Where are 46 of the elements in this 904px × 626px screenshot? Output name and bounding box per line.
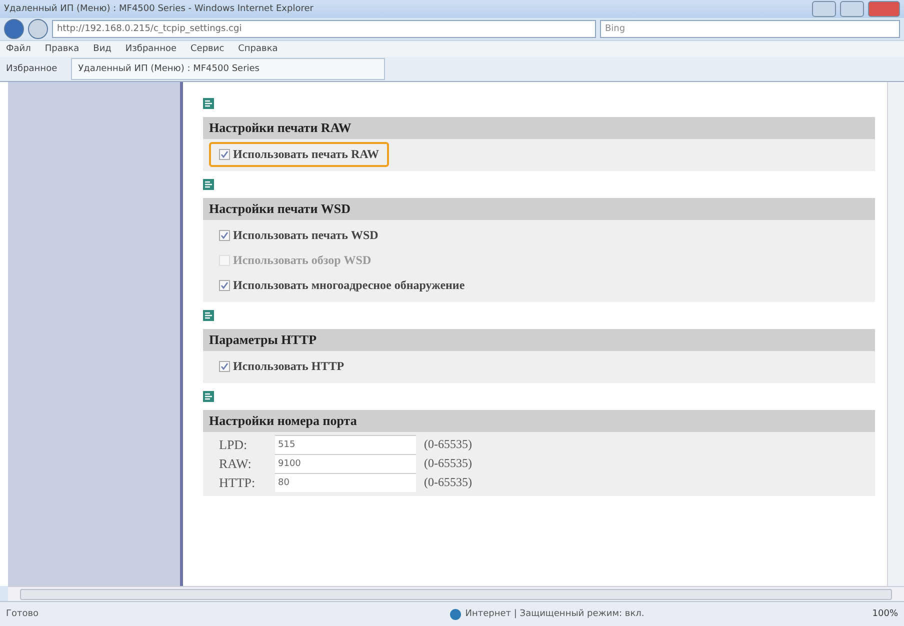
back-button[interactable] — [4, 19, 24, 39]
security-zone: Интернет | Защищенный режим: вкл. — [450, 608, 644, 620]
window-title: Удаленный ИП (Меню) : MF4500 Series - Windows Internet Explorer — [4, 4, 314, 14]
port-label: LPD: — [219, 436, 248, 452]
zoom-level[interactable]: 100% — [872, 609, 898, 619]
checkbox-label: Использовать многоадресное обнаружение — [233, 278, 465, 293]
address-field[interactable]: http://192.168.0.215/c_tcpip_settings.cgi — [52, 20, 596, 38]
port-label: HTTP: — [219, 474, 256, 490]
menu-item[interactable]: Файл — [6, 44, 31, 54]
expand-icon[interactable] — [203, 391, 214, 402]
expand-icon[interactable] — [203, 310, 214, 321]
checkbox[interactable] — [219, 280, 230, 291]
menu-item[interactable]: Вид — [93, 44, 112, 54]
expand-icon[interactable] — [203, 98, 214, 109]
checkbox[interactable] — [219, 230, 230, 241]
checkbox-label: Использовать обзор WSD — [233, 253, 372, 268]
menu-item[interactable]: Избранное — [125, 44, 176, 54]
section-header: Настройки печати RAW — [203, 117, 875, 139]
port-input[interactable]: 515 — [275, 435, 416, 454]
horizontal-scrollbar[interactable] — [8, 586, 904, 601]
range-hint: (0-65535) — [424, 456, 472, 471]
checkbox-label: Использовать HTTP — [233, 359, 344, 374]
port-input[interactable]: 9100 — [275, 454, 416, 473]
range-hint: (0-65535) — [424, 437, 472, 452]
favorites-button[interactable]: Избранное — [6, 64, 58, 74]
vertical-scrollbar[interactable] — [887, 82, 904, 586]
menu-item[interactable]: Сервис — [190, 44, 224, 54]
section-header: Настройки печати WSD — [203, 198, 875, 220]
checkbox[interactable] — [219, 149, 230, 160]
port-input[interactable]: 80 — [275, 473, 416, 492]
minimize-button[interactable] — [812, 1, 836, 17]
search-field[interactable]: Bing — [600, 20, 900, 38]
browser-tab[interactable]: Удаленный ИП (Меню) : MF4500 Series — [71, 58, 386, 80]
section-header: Параметры HTTP — [203, 329, 875, 351]
checkbox-label: Использовать печать WSD — [233, 228, 378, 243]
range-hint: (0-65535) — [424, 475, 472, 490]
checkbox-label: Использовать печать RAW — [233, 147, 379, 162]
section-header: Настройки номера порта — [203, 410, 875, 432]
checkbox[interactable] — [219, 361, 230, 372]
forward-button[interactable] — [28, 19, 48, 39]
port-label: RAW: — [219, 456, 252, 472]
expand-icon[interactable] — [203, 179, 214, 190]
menu-item[interactable]: Правка — [44, 44, 80, 54]
menu-item[interactable]: Справка — [238, 44, 278, 54]
status-text: Готово — [6, 609, 40, 619]
maximize-button[interactable] — [840, 1, 864, 17]
